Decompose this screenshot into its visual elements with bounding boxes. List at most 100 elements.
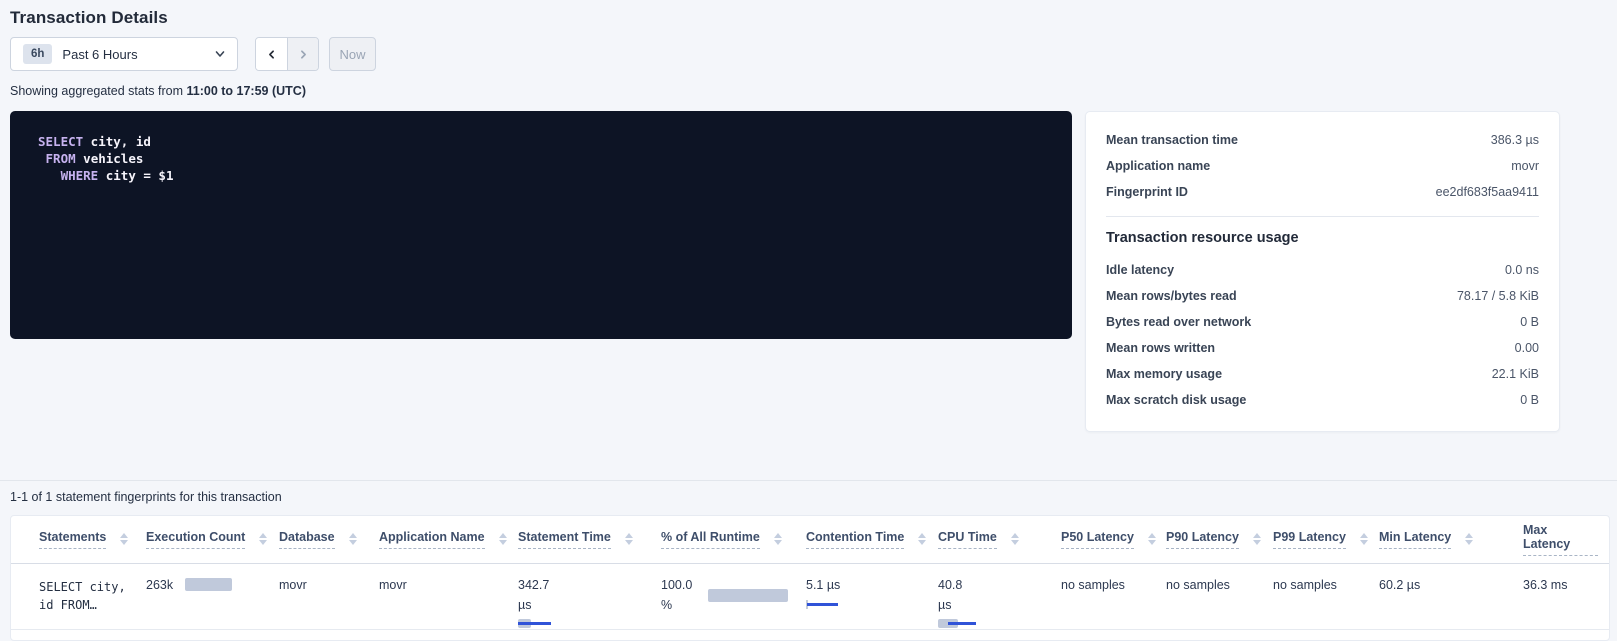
- summary-label: Application name: [1106, 159, 1210, 173]
- summary-label: Max memory usage: [1106, 367, 1222, 381]
- summary-label: Mean transaction time: [1106, 133, 1238, 147]
- max-latency-cell: 36.3 ms: [1523, 563, 1610, 629]
- execution-count-cell: 263k: [146, 578, 279, 592]
- column-label: Statements: [39, 530, 106, 549]
- summary-row: Bytes read over network 0 B: [1106, 309, 1539, 335]
- sql-line: FROM vehicles: [38, 150, 1072, 167]
- prev-time-button[interactable]: [256, 38, 287, 70]
- summary-value: 0.00: [1515, 341, 1539, 355]
- chevron-down-icon: [215, 49, 225, 59]
- summary-row: Max scratch disk usage0 B: [1106, 387, 1539, 413]
- column-header-p99-latency[interactable]: P99 Latency: [1273, 516, 1379, 563]
- section-divider: [0, 480, 1617, 481]
- application-name-cell: movr: [379, 563, 518, 629]
- column-header-p50-latency[interactable]: P50 Latency: [1061, 516, 1166, 563]
- sort-icon: [1360, 533, 1368, 545]
- chevron-left-icon: [265, 48, 278, 61]
- time-step-buttons: [255, 37, 319, 71]
- summary-value: ee2df683f5aa9411: [1436, 185, 1539, 199]
- sort-icon: [1148, 533, 1156, 545]
- p99-latency-cell: no samples: [1273, 563, 1379, 629]
- column-header-min-latency[interactable]: Min Latency: [1379, 516, 1523, 563]
- page-title: Transaction Details: [10, 8, 1617, 28]
- p50-latency-cell: no samples: [1061, 563, 1166, 629]
- statements-table: Statements Execution Count Database Applica…: [11, 516, 1610, 630]
- next-time-button[interactable]: [287, 38, 318, 70]
- statement-link[interactable]: SELECT city, id FROM…: [11, 578, 146, 614]
- column-header-execution-count[interactable]: Execution Count: [146, 516, 279, 563]
- summary-label: Mean rows written: [1106, 341, 1215, 355]
- summary-top-rows: Mean transaction time386.3 µs Application…: [1106, 127, 1539, 205]
- statements-table-card: Statements Execution Count Database Applica…: [10, 515, 1610, 641]
- summary-row: Fingerprint ID ee2df683f5aa9411: [1106, 179, 1539, 205]
- stats-time-range: 11:00 to 17:59 (UTC): [187, 84, 306, 98]
- summary-label: Idle latency: [1106, 263, 1174, 277]
- summary-row: Max memory usage 22.1 KiB: [1106, 361, 1539, 387]
- runtime-pct-cell: 100.0 %: [661, 578, 806, 613]
- sort-icon: [918, 533, 926, 545]
- statement-time-bar: [518, 619, 568, 629]
- summary-label: Fingerprint ID: [1106, 185, 1188, 199]
- column-label: % of All Runtime: [661, 530, 760, 549]
- column-label: CPU Time: [938, 530, 997, 549]
- cpu-time-cell: 40.8 µs: [938, 578, 1061, 629]
- column-label: P90 Latency: [1166, 530, 1239, 549]
- now-button[interactable]: Now: [329, 37, 376, 71]
- column-label: P99 Latency: [1273, 530, 1346, 549]
- resource-usage-heading: Transaction resource usage: [1106, 230, 1539, 246]
- column-header-statements[interactable]: Statements: [11, 516, 146, 563]
- sort-icon: [120, 533, 128, 545]
- column-label: Database: [279, 530, 335, 549]
- column-header-database[interactable]: Database: [279, 516, 379, 563]
- summary-row: Mean transaction time386.3 µs: [1106, 127, 1539, 153]
- chevron-right-icon: [297, 48, 310, 61]
- summary-value: movr: [1511, 159, 1539, 173]
- sql-line: SELECT city, id: [38, 133, 1072, 150]
- column-label: P50 Latency: [1061, 530, 1134, 549]
- summary-row: Mean rows written 0.00: [1106, 335, 1539, 361]
- sort-icon: [1253, 533, 1261, 545]
- column-header-application-name[interactable]: Application Name: [379, 516, 518, 563]
- column-header-max-latency[interactable]: Max Latency: [1523, 516, 1610, 563]
- sort-icon: [499, 533, 507, 545]
- time-range-dropdown[interactable]: 6h Past 6 Hours: [10, 37, 238, 71]
- sort-icon: [349, 533, 357, 545]
- summary-label: Mean rows/bytes read: [1106, 289, 1237, 303]
- column-label: Application Name: [379, 530, 485, 549]
- column-label: Execution Count: [146, 530, 245, 549]
- sort-icon: [1011, 533, 1019, 545]
- cpu-time-bar: [938, 619, 988, 629]
- sql-line: WHERE city = $1: [38, 167, 1072, 184]
- contention-time-cell: 5.1 µs: [806, 578, 938, 610]
- summary-value: 22.1 KiB: [1492, 367, 1539, 381]
- database-cell: movr: [279, 563, 379, 629]
- statement-time-cell: 342.7 µs: [518, 578, 661, 629]
- runtime-pct-bar: [708, 589, 788, 602]
- column-label: Min Latency: [1379, 530, 1451, 549]
- column-label: Contention Time: [806, 530, 904, 549]
- sort-icon: [774, 533, 782, 545]
- resource-rows: Idle latency0.0 nsMean rows/bytes read78…: [1106, 257, 1539, 413]
- summary-value: 78.17 / 5.8 KiB: [1457, 289, 1539, 303]
- time-controls: 6h Past 6 Hours Now: [10, 37, 1617, 71]
- sort-icon: [259, 533, 267, 545]
- summary-row: Mean rows/bytes read 78.17 / 5.8 KiB: [1106, 283, 1539, 309]
- time-range-label: Past 6 Hours: [62, 47, 215, 62]
- aggregated-stats-text: Showing aggregated stats from 11:00 to 1…: [10, 84, 1617, 98]
- column-header-statement-time[interactable]: Statement Time: [518, 516, 661, 563]
- column-header-contention-time[interactable]: Contention Time: [806, 516, 938, 563]
- column-header-cpu-time[interactable]: CPU Time: [938, 516, 1061, 563]
- summary-value: 0 B: [1520, 315, 1539, 329]
- transaction-details-page: Transaction Details 6h Past 6 Hours Now …: [0, 0, 1617, 641]
- column-header--of-all-runtime[interactable]: % of All Runtime: [661, 516, 806, 563]
- summary-divider: [1106, 216, 1539, 217]
- sort-icon: [1465, 533, 1473, 545]
- execution-count-bar: [185, 578, 232, 591]
- summary-label: Max scratch disk usage: [1106, 393, 1246, 407]
- column-header-p90-latency[interactable]: P90 Latency: [1166, 516, 1273, 563]
- sql-statement-box: SELECT city, id FROM vehicles WHERE city…: [10, 111, 1072, 339]
- sort-icon: [625, 533, 633, 545]
- p90-latency-cell: no samples: [1166, 563, 1273, 629]
- summary-label: Bytes read over network: [1106, 315, 1251, 329]
- table-row: SELECT city, id FROM… 263k movr movr 342…: [11, 563, 1610, 629]
